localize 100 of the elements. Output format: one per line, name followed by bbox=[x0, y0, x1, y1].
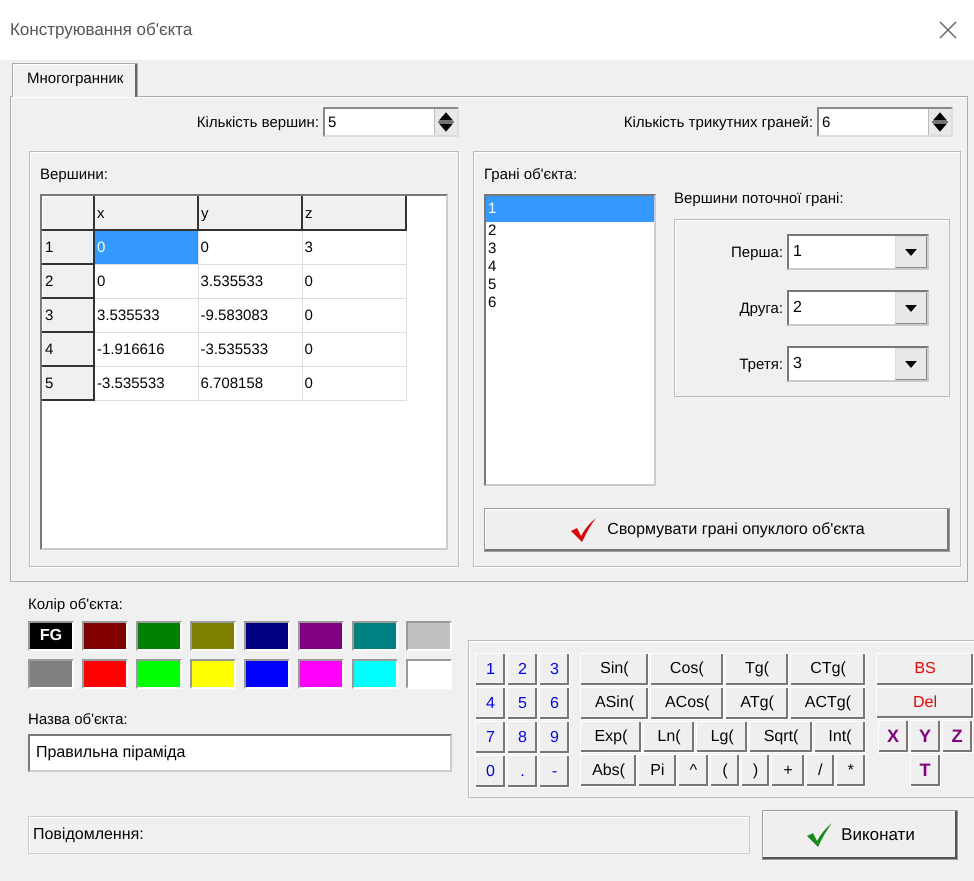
color-swatch[interactable] bbox=[190, 659, 236, 689]
digit-key[interactable]: 6 bbox=[539, 687, 570, 720]
vertex-dropdown[interactable]: 1 bbox=[787, 234, 929, 270]
function-key[interactable]: ATg( bbox=[725, 686, 789, 720]
function-key[interactable]: ) bbox=[740, 754, 770, 787]
color-swatch[interactable] bbox=[406, 659, 452, 689]
color-swatch[interactable] bbox=[352, 621, 398, 651]
name-field[interactable]: Правильна піраміда bbox=[28, 734, 452, 772]
list-item[interactable]: 2 bbox=[486, 222, 654, 240]
group-title: Грані об'єкта: bbox=[484, 166, 578, 185]
execute-button[interactable]: Виконати bbox=[762, 810, 958, 860]
function-key[interactable]: CTg( bbox=[790, 653, 866, 686]
color-swatch[interactable] bbox=[244, 659, 290, 689]
digit-key[interactable]: 9 bbox=[539, 721, 570, 754]
row-header: 3 bbox=[42, 298, 94, 332]
variable-key[interactable]: X bbox=[878, 720, 908, 753]
field-label: Назва об'єкта: bbox=[28, 711, 129, 728]
table-cell[interactable]: 3 bbox=[302, 230, 406, 264]
function-key[interactable]: Ln( bbox=[642, 720, 696, 754]
digit-key[interactable]: 0 bbox=[475, 755, 506, 788]
field-label: Кількість вершин: bbox=[196, 114, 319, 130]
spin-arrows-icon[interactable] bbox=[434, 109, 457, 135]
function-key[interactable]: ACos( bbox=[650, 686, 724, 720]
function-key[interactable]: Exp( bbox=[580, 720, 642, 754]
vertex-count-spinner[interactable]: 5 bbox=[323, 107, 459, 137]
variable-key[interactable]: Y bbox=[910, 720, 940, 753]
table-cell[interactable]: 3.535533 bbox=[198, 264, 302, 298]
color-swatch[interactable] bbox=[82, 621, 128, 651]
variable-key[interactable]: Z bbox=[942, 720, 972, 753]
row-header: 5 bbox=[42, 366, 94, 400]
table-cell[interactable]: 0 bbox=[198, 230, 302, 264]
field-label: Перша: bbox=[730, 244, 783, 260]
color-swatch[interactable]: FG bbox=[28, 621, 74, 651]
table-cell[interactable]: 0 bbox=[94, 264, 198, 298]
list-item[interactable]: 3 bbox=[486, 240, 654, 258]
close-icon[interactable] bbox=[938, 20, 958, 40]
function-key[interactable]: Lg( bbox=[696, 720, 748, 754]
tab[interactable]: Многогранник bbox=[12, 63, 138, 97]
list-item[interactable]: 5 bbox=[486, 276, 654, 294]
digit-key[interactable]: 7 bbox=[475, 721, 506, 754]
function-key[interactable]: Abs( bbox=[580, 754, 638, 787]
variable-key[interactable]: T bbox=[910, 754, 940, 787]
color-swatch[interactable] bbox=[136, 621, 182, 651]
column-header: x bbox=[94, 196, 198, 230]
vertex-dropdown[interactable]: 3 bbox=[787, 346, 929, 382]
build-faces-button[interactable]: Свормувати грані опуклого об'єкта bbox=[484, 508, 950, 552]
function-key[interactable]: Sin( bbox=[580, 653, 649, 686]
function-key[interactable]: Cos( bbox=[650, 653, 724, 686]
checkmark-icon bbox=[569, 517, 598, 543]
color-swatch[interactable] bbox=[352, 659, 398, 689]
function-key[interactable]: * bbox=[836, 754, 866, 787]
color-swatch[interactable] bbox=[298, 621, 344, 651]
table-cell[interactable]: -3.535533 bbox=[94, 366, 198, 400]
function-key[interactable]: Tg( bbox=[724, 653, 790, 686]
table-cell[interactable]: 0 bbox=[302, 366, 406, 400]
digit-key[interactable]: 1 bbox=[475, 653, 506, 686]
color-swatch[interactable] bbox=[82, 659, 128, 689]
list-item[interactable]: 4 bbox=[486, 258, 654, 276]
checkmark-icon bbox=[805, 822, 834, 848]
digit-key[interactable]: 8 bbox=[507, 721, 538, 754]
digit-key[interactable]: 5 bbox=[507, 687, 538, 720]
field-label: Друга: bbox=[740, 300, 783, 316]
table-cell[interactable]: 3.535533 bbox=[94, 298, 198, 332]
group-title: Вершини: bbox=[40, 166, 109, 185]
table-cell[interactable]: 0 bbox=[302, 332, 406, 366]
function-key[interactable]: Sqrt( bbox=[749, 720, 813, 754]
function-key[interactable]: + bbox=[771, 754, 805, 787]
digit-key[interactable]: . bbox=[507, 755, 538, 788]
window-title: Конструювання об'єкта bbox=[10, 20, 192, 40]
table-cell[interactable]: -1.916616 bbox=[94, 332, 198, 366]
table-cell[interactable]: -3.535533 bbox=[198, 332, 302, 366]
function-key[interactable]: Int( bbox=[814, 720, 866, 754]
list-item[interactable]: 6 bbox=[486, 294, 654, 312]
digit-key[interactable]: 2 bbox=[507, 653, 538, 686]
spin-arrows-icon[interactable] bbox=[928, 109, 951, 135]
color-swatch[interactable] bbox=[406, 621, 452, 651]
digit-key[interactable]: 4 bbox=[475, 687, 506, 720]
function-key[interactable]: ASin( bbox=[580, 686, 650, 720]
color-swatch[interactable] bbox=[28, 659, 74, 689]
function-key[interactable]: ^ bbox=[678, 754, 710, 787]
field-label: Третя: bbox=[739, 356, 783, 372]
section-title: Вершини поточної грані: bbox=[674, 190, 844, 207]
function-key[interactable]: / bbox=[806, 754, 835, 787]
digit-key[interactable]: - bbox=[539, 755, 570, 788]
dropdown-arrow-icon bbox=[905, 304, 917, 312]
face-count-spinner[interactable]: 6 bbox=[817, 107, 953, 137]
table-cell[interactable]: -9.583083 bbox=[198, 298, 302, 332]
color-swatch[interactable] bbox=[244, 621, 290, 651]
function-key[interactable]: ( bbox=[710, 754, 740, 787]
function-key[interactable]: Pi bbox=[638, 754, 677, 787]
table-cell[interactable]: 0 bbox=[302, 264, 406, 298]
color-swatch[interactable] bbox=[190, 621, 236, 651]
table-cell[interactable]: 0 bbox=[302, 298, 406, 332]
color-swatch[interactable] bbox=[136, 659, 182, 689]
table-cell[interactable]: 6.708158 bbox=[198, 366, 302, 400]
vertex-dropdown[interactable]: 2 bbox=[787, 290, 929, 326]
digit-key[interactable]: 3 bbox=[539, 653, 570, 686]
field-label: Кількість трикутних граней: bbox=[624, 114, 813, 130]
function-key[interactable]: ACTg( bbox=[790, 686, 866, 720]
color-swatch[interactable] bbox=[298, 659, 344, 689]
